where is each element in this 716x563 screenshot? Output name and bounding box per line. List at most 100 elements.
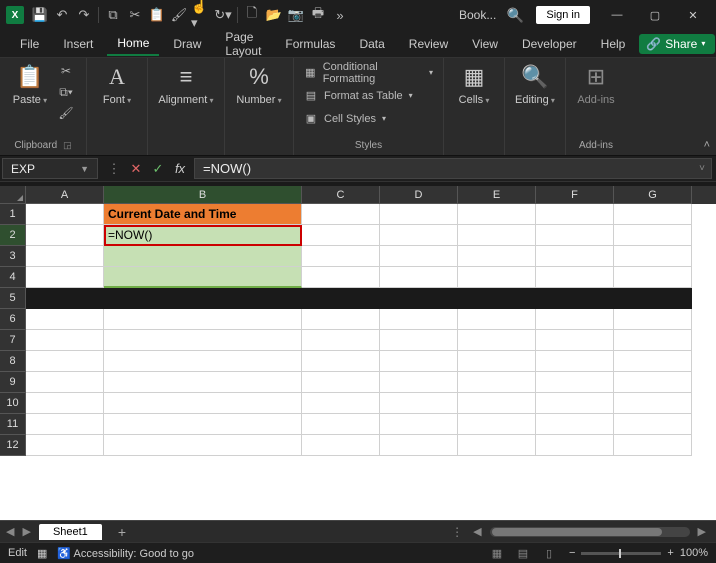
cancel-formula-button[interactable]: ✕ — [126, 161, 146, 177]
minimize-button[interactable]: ― — [598, 0, 636, 30]
col-header-e[interactable]: E — [458, 186, 536, 204]
cell-g1[interactable] — [614, 204, 692, 225]
prev-sheet-button[interactable]: ◀ — [6, 525, 14, 538]
row-header-1[interactable]: 1 — [0, 204, 26, 225]
page-break-view-button[interactable]: ▯ — [539, 547, 559, 560]
clipboard-dialog-launcher[interactable]: ◲ — [63, 140, 72, 151]
tab-developer[interactable]: Developer — [512, 33, 587, 55]
row-header-10[interactable]: 10 — [0, 393, 26, 414]
copy-icon[interactable]: ⧉ — [103, 5, 123, 25]
col-header-d[interactable]: D — [380, 186, 458, 204]
undo-icon[interactable]: ↶ — [52, 5, 72, 25]
cell-d4[interactable] — [380, 267, 458, 288]
save-icon[interactable]: 💾 — [30, 5, 50, 25]
expand-formula-bar-icon[interactable]: ˅ — [699, 163, 705, 174]
hscroll-left-button[interactable]: ◀ — [469, 525, 485, 538]
col-header-b[interactable]: B — [104, 186, 302, 204]
cut-small-icon[interactable]: ✂ — [56, 62, 76, 80]
cell-c2[interactable] — [302, 225, 380, 246]
close-button[interactable]: ✕ — [674, 0, 712, 30]
cell-e3[interactable] — [458, 246, 536, 267]
col-header-f[interactable]: F — [536, 186, 614, 204]
row-header-6[interactable]: 6 — [0, 309, 26, 330]
cell-e2[interactable] — [458, 225, 536, 246]
normal-view-button[interactable]: ▦ — [487, 547, 507, 560]
hscroll-thumb[interactable] — [492, 528, 662, 536]
accessibility-status[interactable]: ♿ Accessibility: Good to go — [57, 547, 194, 560]
font-button[interactable]: A Font — [97, 62, 137, 106]
col-header-c[interactable]: C — [302, 186, 380, 204]
tab-formulas[interactable]: Formulas — [275, 33, 345, 55]
row-header-5[interactable]: 5 — [0, 288, 26, 309]
alignment-button[interactable]: ≡ Alignment — [158, 62, 214, 106]
cells-button[interactable]: ▦ Cells — [454, 62, 494, 106]
cell-a4[interactable] — [26, 267, 104, 288]
cell-g2[interactable] — [614, 225, 692, 246]
paste-icon[interactable]: 📋 — [147, 5, 167, 25]
cell-g4[interactable] — [614, 267, 692, 288]
row-header-9[interactable]: 9 — [0, 372, 26, 393]
cut-icon[interactable]: ✂ — [125, 5, 145, 25]
cell-e1[interactable] — [458, 204, 536, 225]
next-sheet-button[interactable]: ▶ — [22, 525, 30, 538]
formula-input[interactable]: =NOW() ˅ — [194, 158, 712, 179]
cell-f2[interactable] — [536, 225, 614, 246]
cell-a6[interactable] — [26, 309, 104, 330]
sign-in-button[interactable]: Sign in — [536, 6, 590, 24]
add-sheet-button[interactable]: + — [110, 524, 134, 540]
hscroll-right-button[interactable]: ▶ — [694, 525, 710, 538]
cell-a1[interactable] — [26, 204, 104, 225]
sheet-tab-options-icon[interactable]: ⋮ — [451, 525, 465, 539]
cell-d3[interactable] — [380, 246, 458, 267]
row-header-8[interactable]: 8 — [0, 351, 26, 372]
cell-b1[interactable]: Current Date and Time — [104, 204, 302, 225]
touch-mode-icon[interactable]: ☝▾ — [191, 5, 211, 25]
cell-b3[interactable] — [104, 246, 302, 267]
zoom-slider[interactable] — [581, 552, 661, 555]
row-header-3[interactable]: 3 — [0, 246, 26, 267]
cell-c1[interactable] — [302, 204, 380, 225]
zoom-level[interactable]: 100% — [680, 547, 708, 559]
search-icon[interactable]: 🔍 — [502, 7, 528, 24]
cell-styles-button[interactable]: ▣Cell Styles ▾ — [304, 108, 433, 129]
row-header-7[interactable]: 7 — [0, 330, 26, 351]
cell-a2[interactable] — [26, 225, 104, 246]
cell-b4[interactable] — [104, 267, 302, 288]
insert-function-button[interactable]: fx — [170, 161, 190, 176]
format-painter-small-icon[interactable]: 🖌 — [56, 104, 76, 122]
repeat-icon[interactable]: ↻▾ — [213, 5, 233, 25]
cell-d2[interactable] — [380, 225, 458, 246]
overflow-icon[interactable]: » — [330, 5, 350, 25]
copy-small-icon[interactable]: ⧉▾ — [56, 83, 76, 101]
page-layout-view-button[interactable]: ▤ — [513, 547, 533, 560]
format-as-table-button[interactable]: ▤Format as Table ▾ — [304, 85, 433, 106]
accept-formula-button[interactable]: ✓ — [148, 161, 168, 177]
cell-b2[interactable]: =NOW() — [104, 225, 302, 246]
cell-f4[interactable] — [536, 267, 614, 288]
paste-button[interactable]: 📋 Paste — [10, 62, 50, 106]
workbook-stats-icon[interactable]: ▦ — [37, 547, 47, 560]
addins-button[interactable]: ⊞ Add-ins — [576, 62, 616, 106]
name-box[interactable]: EXP ▼ — [2, 158, 98, 179]
row-header-2[interactable]: 2 — [0, 225, 26, 246]
col-header-a[interactable]: A — [26, 186, 104, 204]
row-header-4[interactable]: 4 — [0, 267, 26, 288]
tab-view[interactable]: View — [462, 33, 508, 55]
zoom-out-button[interactable]: − — [569, 547, 575, 559]
new-file-icon[interactable]: 🗋 — [242, 5, 262, 25]
camera-icon[interactable]: 📷 — [286, 5, 306, 25]
cell-f1[interactable] — [536, 204, 614, 225]
cell-a3[interactable] — [26, 246, 104, 267]
tab-draw[interactable]: Draw — [163, 33, 211, 55]
quick-print-icon[interactable]: 🖶 — [308, 5, 328, 25]
tab-help[interactable]: Help — [591, 33, 636, 55]
editing-button[interactable]: 🔍 Editing — [515, 62, 555, 106]
cell-f3[interactable] — [536, 246, 614, 267]
tab-file[interactable]: File — [10, 33, 49, 55]
cell-d1[interactable] — [380, 204, 458, 225]
tab-data[interactable]: Data — [349, 33, 394, 55]
number-button[interactable]: % Number — [235, 62, 283, 106]
cell-c3[interactable] — [302, 246, 380, 267]
col-header-g[interactable]: G — [614, 186, 692, 204]
maximize-button[interactable]: ▢ — [636, 0, 674, 30]
